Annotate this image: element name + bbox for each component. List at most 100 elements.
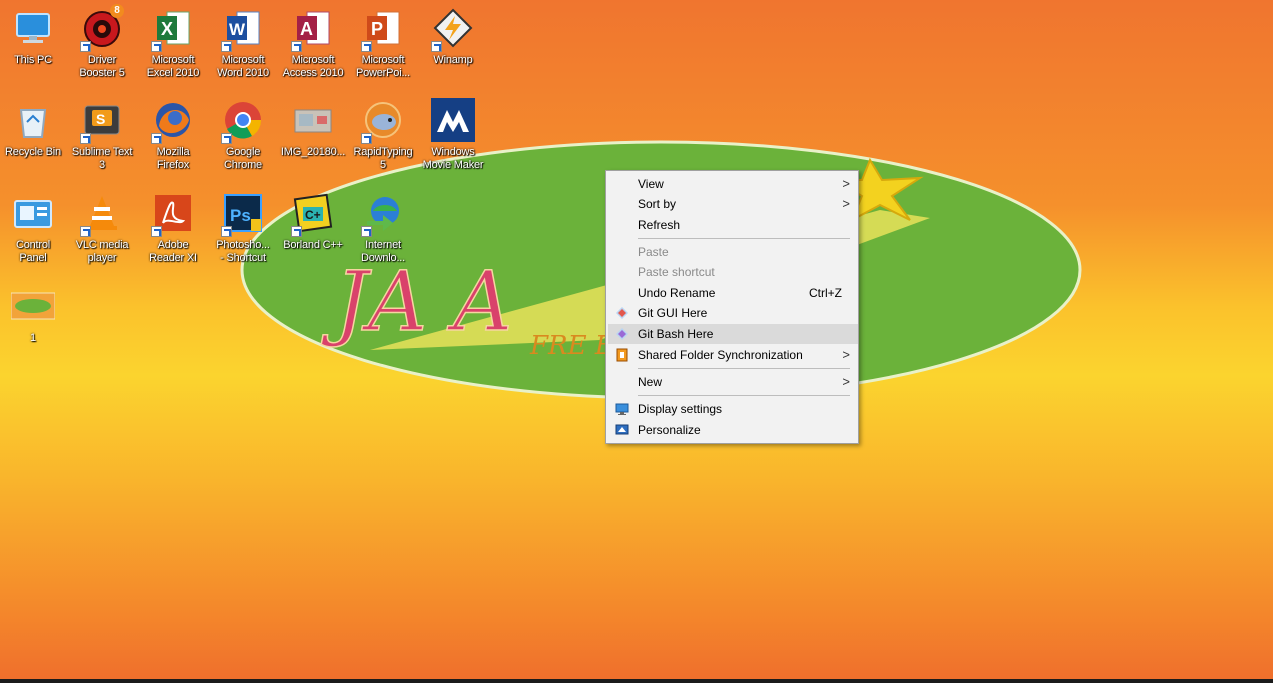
desktop-icon-label: Internet Downlo... [360, 239, 406, 264]
rapidtyping-icon [361, 98, 405, 144]
desktop-context-menu: View > Sort by > Refresh Paste Paste sho… [605, 170, 859, 444]
desktop-icon-label: Control Panel [15, 239, 51, 264]
menu-item-undo-rename[interactable]: Undo Rename Ctrl+Z [608, 283, 858, 303]
svg-text:X: X [161, 19, 173, 39]
svg-text:P: P [371, 19, 383, 39]
desktop-icon-img-file[interactable]: IMG_20180... [278, 96, 348, 184]
idm-globe-icon [361, 191, 405, 237]
svg-text:Ps: Ps [230, 206, 251, 225]
desktop-icon-vlc[interactable]: VLC media player [67, 189, 137, 277]
menu-item-shared-folder-sync[interactable]: Shared Folder Synchronization > [608, 345, 858, 365]
menu-item-label: Git GUI Here [638, 306, 708, 320]
menu-item-personalize[interactable]: Personalize [608, 420, 858, 440]
menu-item-sort-by[interactable]: Sort by > [608, 194, 858, 214]
desktop-icon-control-panel[interactable]: Control Panel [0, 189, 68, 277]
image-file-icon [291, 98, 335, 142]
desktop-icon-word[interactable]: W Microsoft Word 2010 [208, 4, 278, 92]
menu-item-label: Paste shortcut [638, 265, 715, 279]
control-panel-icon [11, 191, 55, 235]
desktop-icon-this-pc[interactable]: This PC [0, 4, 68, 92]
menu-item-git-bash-here[interactable]: Git Bash Here [608, 324, 858, 344]
desktop-icon-driver-booster[interactable]: 8 Driver Booster 5 [67, 4, 137, 92]
shortcut-arrow-icon [361, 226, 372, 237]
menu-item-label: Sort by [638, 197, 677, 211]
desktop-icon-chrome[interactable]: Google Chrome [208, 96, 278, 184]
shortcut-arrow-icon [80, 226, 91, 237]
shortcut-arrow-icon [361, 41, 372, 52]
menu-item-view[interactable]: View > [608, 174, 858, 194]
shortcut-arrow-icon [361, 133, 372, 144]
access-icon: A [291, 6, 335, 52]
desktop-icon-label: Winamp [433, 54, 473, 66]
desktop-icon-photoshop[interactable]: Ps Photosho... - Shortcut [208, 189, 278, 277]
desktop-icon-label: This PC [14, 54, 52, 66]
desktop-icon-excel[interactable]: X Microsoft Excel 2010 [138, 4, 208, 92]
desktop-icon-label: 1 [30, 332, 36, 344]
shortcut-arrow-icon [80, 133, 91, 144]
adobe-reader-icon [151, 191, 195, 237]
desktop-icon-firefox[interactable]: Mozilla Firefox [138, 96, 208, 184]
taskbar-edge [0, 679, 1273, 683]
display-settings-icon [615, 403, 629, 415]
desktop-icon-label: Microsoft PowerPoi... [355, 54, 411, 79]
desktop-icon-label: Microsoft Access 2010 [282, 54, 344, 79]
git-gui-icon [616, 307, 628, 319]
desktop-icon-access[interactable]: A Microsoft Access 2010 [278, 4, 348, 92]
desktop-icon-rapidtyping[interactable]: RapidTyping 5 [348, 96, 418, 184]
word-icon: W [221, 6, 265, 52]
desktop-icon-label: IMG_20180... [280, 146, 346, 158]
winamp-icon [431, 6, 475, 52]
shortcut-arrow-icon [151, 41, 162, 52]
menu-item-new[interactable]: New > [608, 372, 858, 392]
recycle-bin-icon [11, 98, 55, 142]
menu-item-git-gui-here[interactable]: Git GUI Here [608, 303, 858, 323]
desktop-icon-label: Adobe Reader XI [149, 239, 197, 264]
powerpoint-icon: P [361, 6, 405, 52]
menu-separator [638, 368, 850, 369]
sublime-text-icon: S [80, 98, 124, 144]
desktop-icon-recycle-bin[interactable]: Recycle Bin [0, 96, 68, 184]
shortcut-arrow-icon [431, 41, 442, 52]
menu-item-display-settings[interactable]: Display settings [608, 399, 858, 419]
menu-item-label: Git Bash Here [638, 327, 714, 341]
chrome-icon [221, 98, 265, 144]
menu-item-paste-shortcut[interactable]: Paste shortcut [608, 262, 858, 282]
desktop-icon-label: RapidTyping 5 [353, 146, 413, 171]
shortcut-arrow-icon [151, 226, 162, 237]
shortcut-arrow-icon [151, 133, 162, 144]
desktop-icon-movie-maker[interactable]: Windows Movie Maker [418, 96, 488, 184]
desktop-icon-label: Driver Booster 5 [79, 54, 125, 79]
desktop-icon-label: Windows Movie Maker [422, 146, 484, 171]
desktop-icon-sublime-text[interactable]: S Sublime Text 3 [67, 96, 137, 184]
shortcut-arrow-icon [80, 41, 91, 52]
menu-item-label: Undo Rename [638, 286, 716, 300]
menu-separator [638, 238, 850, 239]
menu-item-paste[interactable]: Paste [608, 242, 858, 262]
svg-text:A: A [300, 19, 313, 39]
borland-icon: C+ [291, 191, 335, 237]
svg-text:C+: C+ [305, 208, 321, 222]
desktop-icon-label: Microsoft Excel 2010 [146, 54, 200, 79]
desktop-icon-winamp[interactable]: Winamp [418, 4, 488, 92]
desktop-icon-label: Google Chrome [224, 146, 262, 171]
submenu-arrow-icon: > [842, 374, 850, 389]
menu-item-refresh[interactable]: Refresh [608, 215, 858, 235]
desktop-icon-label: Recycle Bin [5, 146, 61, 158]
submenu-arrow-icon: > [842, 347, 850, 362]
submenu-arrow-icon: > [842, 176, 850, 191]
desktop-icon-image-1[interactable]: 1 [0, 282, 68, 370]
git-bash-icon [616, 328, 628, 340]
desktop-icon-adobe-reader[interactable]: Adobe Reader XI [138, 189, 208, 277]
shortcut-arrow-icon [291, 226, 302, 237]
desktop-icon-internet-download-manager[interactable]: Internet Downlo... [348, 189, 418, 277]
excel-icon: X [151, 6, 195, 52]
image-thumbnail-icon [11, 284, 55, 328]
desktop-icon-borland[interactable]: C+ Borland C++ [278, 189, 348, 277]
desktop-icon-powerpoint[interactable]: P Microsoft PowerPoi... [348, 4, 418, 92]
desktop-icon-label: Microsoft Word 2010 [217, 54, 269, 79]
menu-item-label: Refresh [638, 218, 681, 232]
desktop-icon-label: Mozilla Firefox [156, 146, 190, 171]
shortcut-arrow-icon [221, 226, 232, 237]
menu-item-label: Display settings [638, 402, 723, 416]
submenu-arrow-icon: > [842, 196, 850, 211]
